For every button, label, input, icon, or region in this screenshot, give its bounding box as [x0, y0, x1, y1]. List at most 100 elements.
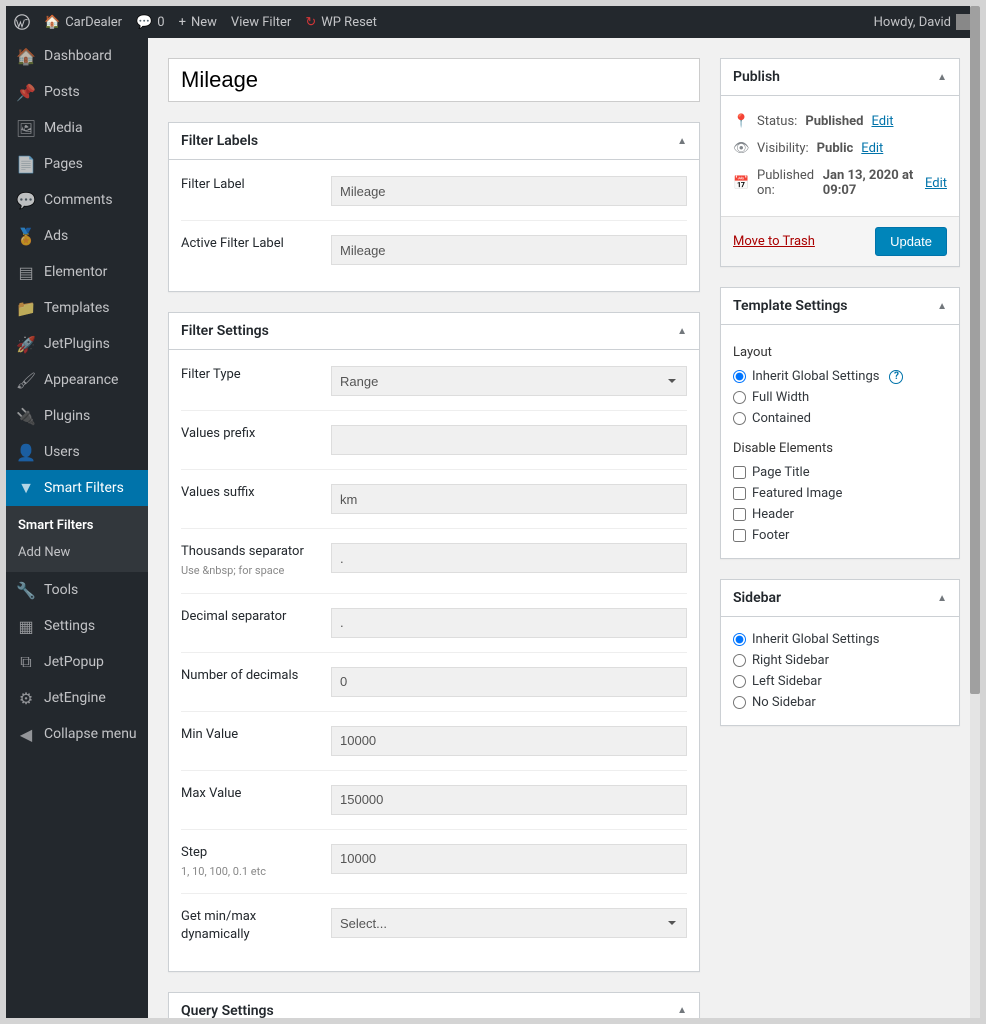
input-filter-label[interactable]: [331, 176, 687, 206]
scrollbar-thumb[interactable]: [970, 6, 980, 694]
templates-icon: 📁: [16, 298, 36, 318]
plus-icon: +: [179, 15, 186, 30]
menu-users[interactable]: 👤Users: [6, 434, 148, 470]
menu-tools[interactable]: 🔧Tools: [6, 572, 148, 608]
box-title: Publish: [733, 69, 780, 85]
toggle-icon[interactable]: ▲: [937, 593, 947, 604]
input-active-filter-label[interactable]: [331, 235, 687, 265]
collapse-menu[interactable]: ◀Collapse menu: [6, 716, 148, 752]
input-max-value[interactable]: [331, 785, 687, 815]
radio-sb-left[interactable]: Left Sidebar: [733, 671, 947, 692]
check-header[interactable]: Header: [733, 504, 947, 525]
settings-icon: ▦: [16, 616, 36, 636]
comments-link[interactable]: 💬0: [136, 15, 165, 30]
menu-pages[interactable]: 📄Pages: [6, 146, 148, 182]
submenu-smart-filters-list[interactable]: Smart Filters: [6, 512, 148, 539]
menu-appearance[interactable]: 🖌Appearance: [6, 362, 148, 398]
menu-jetpopup[interactable]: ⧉JetPopup: [6, 644, 148, 680]
filter-icon: ▼: [16, 478, 36, 498]
menu-jetengine[interactable]: ⚙JetEngine: [6, 680, 148, 716]
published-on-label: Published on:: [757, 168, 815, 198]
collapse-icon: ◀: [16, 724, 36, 744]
menu-comments[interactable]: 💬Comments: [6, 182, 148, 218]
user-icon: 👤: [16, 442, 36, 462]
media-icon: 🖼: [16, 118, 36, 138]
label-num-decimals: Number of decimals: [181, 667, 331, 685]
menu-dashboard[interactable]: 🏠Dashboard: [6, 38, 148, 74]
plug-icon: 🔌: [16, 406, 36, 426]
menu-elementor[interactable]: ▤Elementor: [6, 254, 148, 290]
check-footer[interactable]: Footer: [733, 525, 947, 546]
box-title: Template Settings: [733, 298, 848, 314]
select-filter-type[interactable]: Range: [331, 366, 687, 396]
check-page-title[interactable]: Page Title: [733, 462, 947, 483]
edit-visibility[interactable]: Edit: [861, 141, 883, 156]
label-decimal-sep: Decimal separator: [181, 608, 331, 626]
pin-icon: 📍: [733, 114, 749, 129]
status-value: Published: [805, 114, 863, 129]
input-min-value[interactable]: [331, 726, 687, 756]
radio-sb-none[interactable]: No Sidebar: [733, 692, 947, 713]
select-get-minmax[interactable]: Select...: [331, 908, 687, 938]
toggle-icon[interactable]: ▲: [677, 1005, 687, 1016]
award-icon: 🏅: [16, 226, 36, 246]
check-featured-image[interactable]: Featured Image: [733, 483, 947, 504]
menu-jetplugins[interactable]: 🚀JetPlugins: [6, 326, 148, 362]
box-sidebar-settings: Sidebar ▲ Inherit Global Settings Right …: [720, 579, 960, 726]
toggle-icon[interactable]: ▲: [677, 136, 687, 147]
menu-settings[interactable]: ▦Settings: [6, 608, 148, 644]
menu-templates[interactable]: 📁Templates: [6, 290, 148, 326]
toggle-icon[interactable]: ▲: [937, 301, 947, 312]
home-icon: 🏠: [44, 15, 60, 30]
toggle-icon[interactable]: ▲: [677, 326, 687, 337]
menu-media[interactable]: 🖼Media: [6, 110, 148, 146]
wrench-icon: 🔧: [16, 580, 36, 600]
scrollbar-track[interactable]: [970, 6, 980, 1018]
post-title-input[interactable]: [168, 58, 700, 102]
move-to-trash[interactable]: Move to Trash: [733, 234, 815, 249]
label-filter-type: Filter Type: [181, 366, 331, 384]
radio-full-width[interactable]: Full Width: [733, 387, 947, 408]
input-num-decimals[interactable]: [331, 667, 687, 697]
box-title: Filter Labels: [181, 133, 258, 149]
input-step[interactable]: [331, 844, 687, 874]
radio-sb-right[interactable]: Right Sidebar: [733, 650, 947, 671]
wp-reset[interactable]: ↻WP Reset: [305, 15, 377, 30]
input-values-prefix[interactable]: [331, 425, 687, 455]
edit-status[interactable]: Edit: [871, 114, 893, 129]
popup-icon: ⧉: [16, 652, 36, 672]
label-thousands-sep: Thousands separatorUse &nbsp; for space: [181, 543, 331, 579]
site-name[interactable]: 🏠CarDealer: [44, 15, 122, 30]
update-button[interactable]: Update: [875, 227, 947, 256]
menu-plugins[interactable]: 🔌Plugins: [6, 398, 148, 434]
radio-sb-inherit[interactable]: Inherit Global Settings: [733, 629, 947, 650]
view-filter[interactable]: View Filter: [231, 15, 291, 30]
label-values-prefix: Values prefix: [181, 425, 331, 443]
wp-logo[interactable]: [14, 14, 30, 30]
box-filter-labels: Filter Labels ▲ Filter Label Active Filt…: [168, 122, 700, 292]
input-values-suffix[interactable]: [331, 484, 687, 514]
published-on-value: Jan 13, 2020 at 09:07: [823, 168, 917, 198]
admin-sidebar: 🏠Dashboard 📌Posts 🖼Media 📄Pages 💬Comment…: [6, 38, 148, 1018]
comment-icon: 💬: [16, 190, 36, 210]
input-decimal-sep[interactable]: [331, 608, 687, 638]
input-thousands-sep[interactable]: [331, 543, 687, 573]
box-publish: Publish ▲ 📍 Status: Published Edit: [720, 58, 960, 267]
box-filter-settings: Filter Settings ▲ Filter Type Range Valu…: [168, 312, 700, 972]
menu-smart-filters[interactable]: ▼Smart Filters: [6, 470, 148, 506]
elementor-icon: ▤: [16, 262, 36, 282]
new-content[interactable]: +New: [179, 15, 217, 30]
menu-ads[interactable]: 🏅Ads: [6, 218, 148, 254]
radio-contained[interactable]: Contained: [733, 408, 947, 429]
howdy-user[interactable]: Howdy, David: [874, 14, 972, 30]
label-step: Step1, 10, 100, 0.1 etc: [181, 844, 331, 880]
comment-icon: 💬: [136, 15, 152, 30]
menu-posts[interactable]: 📌Posts: [6, 74, 148, 110]
radio-inherit-global[interactable]: Inherit Global Settings?: [733, 366, 947, 387]
edit-date[interactable]: Edit: [925, 176, 947, 191]
submenu-add-new[interactable]: Add New: [6, 539, 148, 566]
toggle-icon[interactable]: ▲: [937, 72, 947, 83]
box-title: Sidebar: [733, 590, 781, 606]
page-icon: 📄: [16, 154, 36, 174]
help-icon[interactable]: ?: [889, 370, 903, 384]
